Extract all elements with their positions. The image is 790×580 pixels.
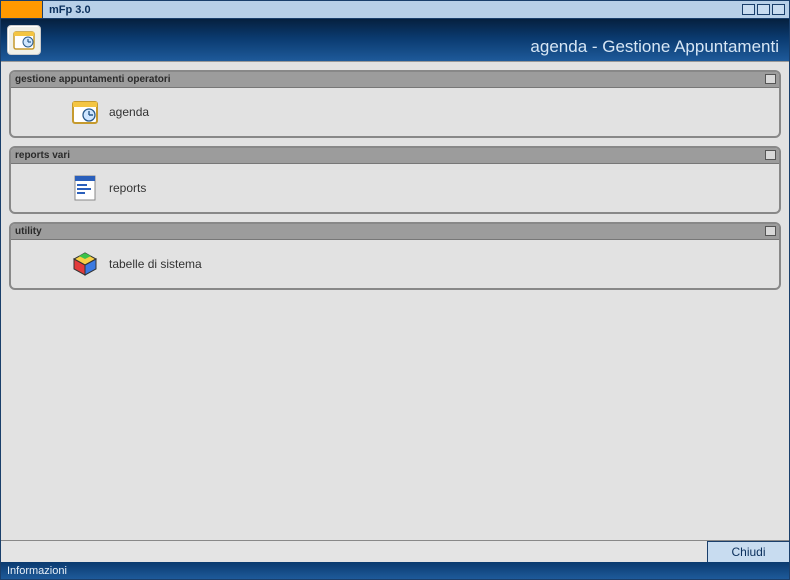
title-accent [1, 1, 43, 18]
maximize-button[interactable] [757, 4, 770, 15]
collapse-toggle[interactable] [765, 226, 776, 236]
header-banner: agenda - Gestione Appuntamenti [1, 19, 789, 61]
group-body: agenda [11, 88, 779, 136]
banner-icon [7, 25, 41, 55]
group-body: tabelle di sistema [11, 240, 779, 288]
collapse-toggle[interactable] [765, 150, 776, 160]
close-window-button[interactable] [772, 4, 785, 15]
menu-item-label: reports [109, 181, 146, 195]
group-utility: utility tabelle di sistema [9, 222, 781, 290]
calendar-clock-icon [12, 28, 36, 52]
report-doc-icon [71, 174, 99, 202]
content-area: gestione appuntamenti operatori age [1, 61, 789, 540]
menu-item-label: tabelle di sistema [109, 257, 202, 271]
group-reports: reports vari reports [9, 146, 781, 214]
menu-item-reports[interactable]: reports [71, 174, 146, 202]
menu-item-tabelle[interactable]: tabelle di sistema [71, 250, 202, 278]
app-title: mFp 3.0 [43, 4, 742, 16]
group-header: reports vari [11, 148, 779, 164]
group-gestione-appuntamenti: gestione appuntamenti operatori age [9, 70, 781, 138]
group-header: utility [11, 224, 779, 240]
group-body: reports [11, 164, 779, 212]
group-title: utility [15, 226, 42, 237]
group-title: gestione appuntamenti operatori [15, 74, 171, 85]
footer: Chiudi Informazioni [1, 540, 789, 579]
footer-button-bar: Chiudi [1, 540, 789, 562]
minimize-button[interactable] [742, 4, 755, 15]
collapse-toggle[interactable] [765, 74, 776, 84]
banner-subtitle: agenda - Gestione Appuntamenti [530, 37, 779, 57]
status-bar: Informazioni [1, 562, 789, 579]
group-header: gestione appuntamenti operatori [11, 72, 779, 88]
menu-item-agenda[interactable]: agenda [71, 98, 149, 126]
menu-item-label: agenda [109, 105, 149, 119]
window-controls [742, 4, 789, 15]
calendar-clock-icon [71, 98, 99, 126]
close-button[interactable]: Chiudi [707, 541, 789, 562]
status-text: Informazioni [7, 565, 67, 577]
app-window: mFp 3.0 agenda - Gestione Appuntamenti g… [0, 0, 790, 580]
system-cube-icon [71, 250, 99, 278]
title-bar: mFp 3.0 [1, 1, 789, 19]
group-title: reports vari [15, 150, 70, 161]
